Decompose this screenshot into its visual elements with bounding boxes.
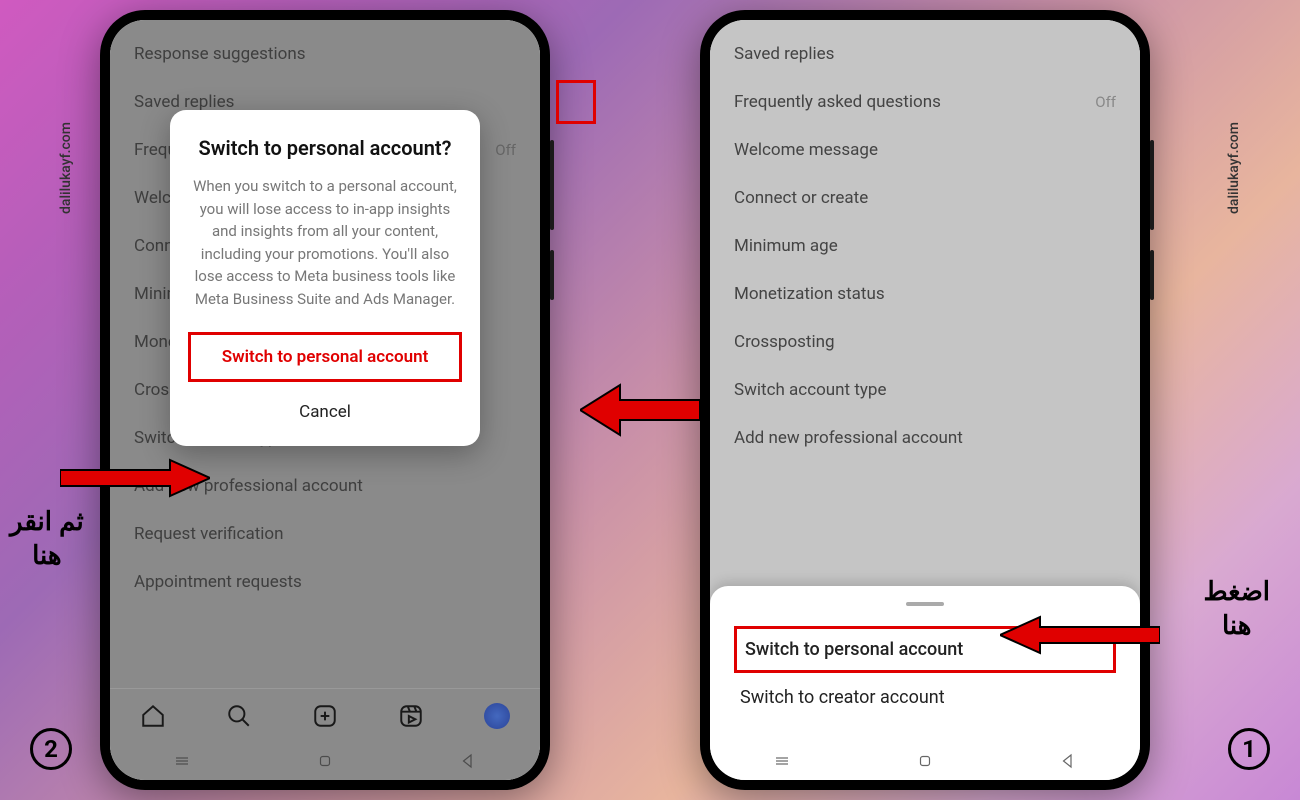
- android-nav-bar: [710, 742, 1140, 780]
- dialog-overlay[interactable]: Switch to personal account? When you swi…: [110, 20, 540, 780]
- setting-add-pro[interactable]: Add new professional account: [734, 414, 1116, 462]
- highlight-decoration: [556, 80, 596, 124]
- back-icon[interactable]: [1059, 752, 1077, 770]
- settings-page: Saved replies Frequently asked questions…: [710, 20, 1140, 780]
- setting-saved-replies[interactable]: Saved replies: [734, 30, 1116, 78]
- step-badge-2: 2: [30, 728, 72, 770]
- switch-confirm-dialog: Switch to personal account? When you swi…: [170, 110, 480, 446]
- pointer-arrow-step2-icon: [60, 458, 210, 498]
- setting-faq[interactable]: Frequently asked questionsOff: [734, 78, 1116, 126]
- phone-screen: Saved replies Frequently asked questions…: [710, 20, 1140, 780]
- phone-step-1: Saved replies Frequently asked questions…: [700, 10, 1150, 790]
- phone-step-2: Response suggestions Saved replies Frequ…: [100, 10, 550, 790]
- setting-crossposting[interactable]: Crossposting: [734, 318, 1116, 366]
- settings-page-dimmed: Response suggestions Saved replies Frequ…: [110, 20, 540, 780]
- settings-list: Saved replies Frequently asked questions…: [710, 20, 1140, 462]
- dialog-body: When you switch to a personal account, y…: [188, 175, 462, 310]
- pointer-arrow-step1-icon: [1000, 615, 1160, 655]
- power-button: [550, 250, 554, 300]
- phone-screen: Response suggestions Saved replies Frequ…: [110, 20, 540, 780]
- tutorial-background: dalilukayf.com dalilukayf.com Saved repl…: [0, 0, 1300, 800]
- annotation-step2: ثم انقر هنا: [10, 505, 84, 573]
- setting-min-age[interactable]: Minimum age: [734, 222, 1116, 270]
- bottom-sheet: Switch to personal account Switch to cre…: [710, 586, 1140, 742]
- setting-connect[interactable]: Connect or create: [734, 174, 1116, 222]
- volume-button: [1150, 140, 1154, 230]
- switch-creator-option[interactable]: Switch to creator account: [734, 673, 1116, 722]
- watermark-right: dalilukayf.com: [1226, 122, 1242, 214]
- dialog-confirm-button[interactable]: Switch to personal account: [188, 332, 462, 382]
- setting-welcome[interactable]: Welcome message: [734, 126, 1116, 174]
- flow-arrow-icon: [580, 380, 700, 440]
- step-badge-1: 1: [1228, 728, 1270, 770]
- setting-monetization[interactable]: Monetization status: [734, 270, 1116, 318]
- volume-button: [550, 140, 554, 230]
- annotation-step1: اضغط هنا: [1203, 575, 1270, 643]
- setting-switch-type[interactable]: Switch account type: [734, 366, 1116, 414]
- power-button: [1150, 250, 1154, 300]
- home-icon[interactable]: [916, 752, 934, 770]
- dialog-title: Switch to personal account?: [188, 136, 462, 161]
- watermark-left: dalilukayf.com: [58, 122, 74, 214]
- recent-apps-icon[interactable]: [773, 752, 791, 770]
- sheet-handle[interactable]: [906, 602, 944, 606]
- dialog-cancel-button[interactable]: Cancel: [188, 392, 462, 432]
